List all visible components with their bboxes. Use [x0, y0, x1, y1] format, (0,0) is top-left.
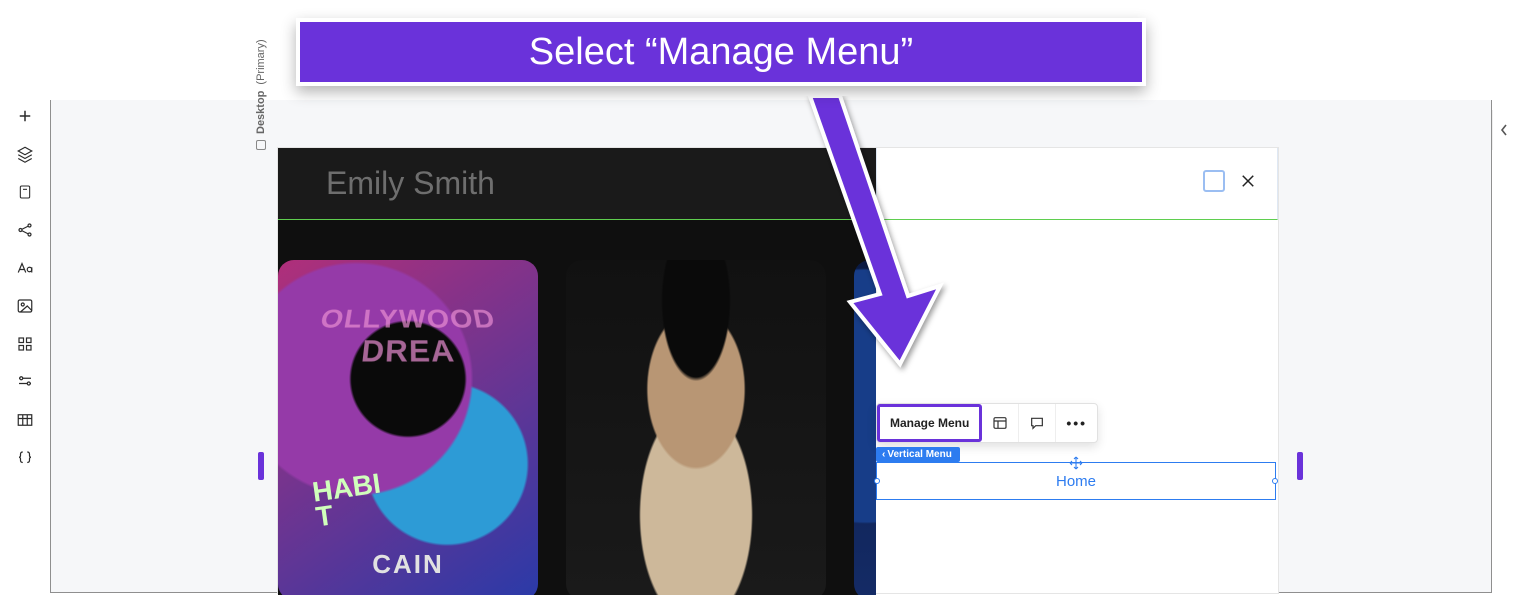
share-icon[interactable] [15, 220, 35, 240]
manage-menu-button[interactable]: Manage Menu [877, 404, 982, 442]
instruction-text: Select “Manage Menu” [529, 31, 913, 74]
page-icon[interactable] [15, 182, 35, 202]
gallery-card-2 [566, 260, 826, 595]
close-icon[interactable] [1239, 172, 1257, 190]
layout-button[interactable] [982, 404, 1019, 442]
resize-handle-left[interactable] [874, 478, 880, 484]
artboard: Emily Smith OLLYWOOD DREA HABIT CAIN Man… [278, 148, 1278, 593]
table-icon[interactable] [15, 410, 35, 430]
viewport-label[interactable]: Desktop (Primary) [255, 30, 267, 150]
card1-badge: HABIT [311, 470, 386, 529]
hero-gallery: OLLYWOOD DREA HABIT CAIN [278, 220, 876, 595]
more-dots-icon: ••• [1066, 415, 1087, 431]
gallery-card-1: OLLYWOOD DREA HABIT CAIN [278, 260, 538, 595]
left-toolbar [0, 100, 50, 468]
guide-tick-left [258, 452, 264, 480]
viewport-name: Desktop [255, 91, 267, 134]
card1-name: CAIN [278, 549, 538, 580]
element-floating-toolbar: Manage Menu ••• [876, 403, 1098, 443]
guide-tick-right [1297, 452, 1303, 480]
layers-icon[interactable] [15, 144, 35, 164]
element-type-tag[interactable]: ‹ Vertical Menu [876, 447, 960, 462]
braces-icon[interactable] [15, 448, 35, 468]
font-icon[interactable] [15, 258, 35, 278]
tag-label: Vertical Menu [887, 449, 951, 460]
image-icon[interactable] [15, 296, 35, 316]
selection-box-icon[interactable] [1203, 170, 1225, 192]
gallery-card-3 [854, 260, 876, 595]
tag-chevron-icon: ‹ [882, 449, 885, 460]
resize-handle-right[interactable] [1272, 478, 1278, 484]
more-options-button[interactable]: ••• [1056, 404, 1097, 442]
selected-menu-item[interactable]: Home [876, 462, 1276, 500]
plus-icon[interactable] [15, 106, 35, 126]
card1-arch-text: OLLYWOOD DREA [278, 305, 538, 370]
viewport-indicator-icon [256, 140, 266, 150]
move-icon [1068, 455, 1084, 471]
sliders-icon[interactable] [15, 372, 35, 392]
comment-button[interactable] [1019, 404, 1056, 442]
grid-icon[interactable] [15, 334, 35, 354]
viewport-suffix: (Primary) [255, 39, 267, 84]
instruction-banner: Select “Manage Menu” [296, 18, 1146, 86]
selected-menu-label: Home [1056, 473, 1096, 490]
mobile-menu-panel-header [876, 148, 1278, 220]
manage-menu-label: Manage Menu [890, 416, 969, 430]
collapse-right-icon[interactable] [1492, 110, 1514, 150]
site-title: Emily Smith [326, 165, 495, 202]
site-header: Emily Smith [278, 148, 876, 220]
